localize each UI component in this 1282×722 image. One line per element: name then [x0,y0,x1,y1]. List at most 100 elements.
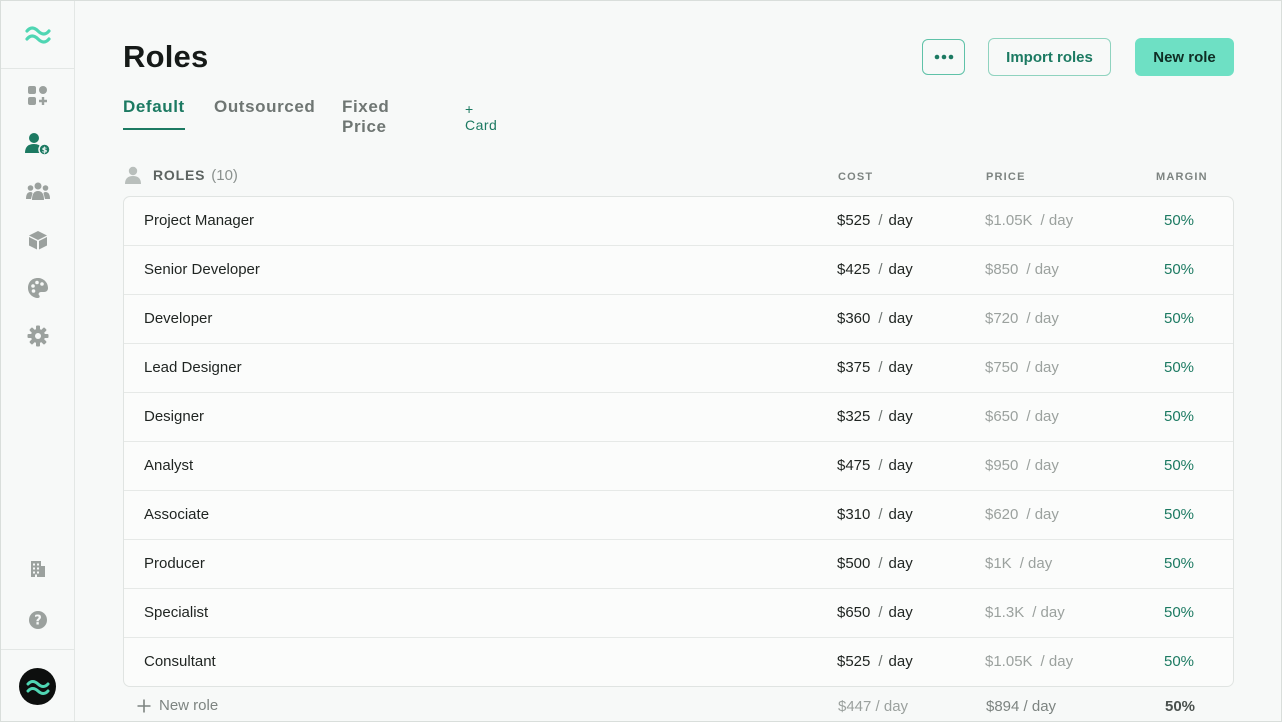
role-cost-separator: / [878,408,883,425]
role-cost[interactable]: $500 / day [837,555,913,572]
settings-gear-icon [27,325,49,347]
role-price-unit: / day [1040,212,1074,229]
table-row[interactable]: Producer $500 / day $1K / day 50% [124,540,1233,589]
role-price[interactable]: $720 / day [985,310,1059,327]
role-margin: 50% [1164,555,1195,572]
role-price[interactable]: $850 / day [985,261,1059,278]
nav-settings[interactable] [23,321,53,351]
table-row[interactable]: Senior Developer $425 / day $850 / day 50% [124,246,1233,295]
role-price[interactable]: $1.05K / day [985,653,1073,670]
role-cost[interactable]: $310 / day [837,506,913,523]
role-cost-unit: day [888,506,913,523]
role-cost[interactable]: $475 / day [837,457,913,474]
role-cost-unit: day [888,212,913,229]
add-card-button[interactable]: + Card [465,101,497,133]
account-avatar[interactable] [19,668,56,705]
role-cost-separator: / [878,212,883,229]
roles-table: Project Manager $525/day $1.05K / day 50% Sen… [123,196,1234,687]
column-header-cost[interactable]: COST [838,171,873,183]
table-row[interactable]: Developer $360 / day $720 / day 50% [124,295,1233,344]
role-price[interactable]: $1.05K / day [985,212,1073,229]
table-row[interactable]: Lead Designer $375 / day $750 / day 50% [124,344,1233,393]
nav-company[interactable] [23,554,53,584]
role-price-value: $1K [985,555,1012,572]
role-cost[interactable]: $525 / day [837,653,913,670]
account-avatar-icon [26,679,49,695]
role-cost-unit: day [888,359,913,376]
role-price-value: $850 [985,261,1019,278]
role-price[interactable]: $1K / day [985,555,1052,572]
role-cost[interactable]: $360 / day [837,310,913,327]
role-name: Senior Developer [144,261,260,278]
nav-products[interactable] [23,225,53,255]
role-cost-separator: / [878,506,883,523]
nav-roles[interactable]: $ [23,129,53,159]
help-question-icon: ? [29,611,47,629]
table-row[interactable]: Project Manager $525 / day $1.05K / day 50% [124,197,1233,246]
role-cost-value: $525 [837,653,871,670]
role-cost[interactable]: $525 / day [837,212,913,229]
role-cost-separator: / [878,457,883,474]
table-row[interactable]: Designer $325 / day $650 / day 50% [124,393,1233,442]
role-margin: 50% [1164,310,1195,327]
role-price-value: $620 [985,506,1019,523]
logo[interactable] [1,1,74,69]
role-price-unit: / day [1032,604,1065,621]
role-price-unit: / day [1026,408,1059,425]
role-price[interactable]: $650 / day [985,408,1059,425]
tab-outsourced[interactable]: Outsourced [214,97,315,130]
table-footer: New role $447 / day $894 / day 50% [123,691,1234,721]
role-price-value: $1.3K [985,604,1025,621]
role-price[interactable]: $620 / day [985,506,1059,523]
role-cost-value: $310 [837,506,871,523]
tab-default[interactable]: Default [123,97,185,130]
page-title: Roles [123,39,209,74]
table-row[interactable]: Consultant $525 / day $1.05K / day 50% [124,638,1233,686]
role-cost[interactable]: $325 / day [837,408,913,425]
app-window: $ ? Roles Import roles New role Default … [0,0,1282,722]
new-role-button[interactable]: New role [1135,38,1234,76]
role-price[interactable]: $950 / day [985,457,1059,474]
column-header-margin[interactable]: MARGIN [1156,171,1208,183]
nav-themes[interactable] [23,273,53,303]
role-price-value: $750 [985,359,1019,376]
nav-team[interactable] [23,177,53,207]
tab-fixed-price[interactable]: Fixed Price [342,97,389,136]
role-price-unit: / day [1026,359,1059,376]
role-margin: 50% [1164,261,1195,278]
more-options-button[interactable] [922,39,965,75]
add-new-role-row[interactable]: New role [137,697,218,714]
palette-icon [28,278,48,298]
table-row[interactable]: Associate $310 / day $620 / day 50% [124,491,1233,540]
user-icon [125,166,141,184]
table-row[interactable]: Specialist $650 / day $1.3K / day 50% [124,589,1233,638]
role-cost[interactable]: $375 / day [837,359,913,376]
nav-help[interactable]: ? [23,605,53,635]
column-header-price[interactable]: PRICE [986,171,1026,183]
role-name: Designer [144,408,205,425]
sidebar-divider [1,649,74,650]
role-price[interactable]: $750 / day [985,359,1059,376]
role-margin: 50% [1164,359,1195,376]
nav-dashboard[interactable] [23,81,53,111]
role-cost[interactable]: $425 / day [837,261,913,278]
role-cost-value: $525 [837,212,871,229]
role-cost[interactable]: $650 / day [837,604,913,621]
role-cost-unit: day [888,653,913,670]
role-price-unit: / day [1026,506,1059,523]
role-name: Lead Designer [144,359,242,376]
role-price-value: $1.05K [985,653,1033,670]
role-price[interactable]: $1.3K / day [985,604,1065,621]
role-cost-separator: / [878,310,883,327]
footer-average-price: $894 / day [986,698,1057,715]
table-row[interactable]: Analyst $475 / day $950 / day 50% [124,442,1233,491]
import-roles-button[interactable]: Import roles [988,38,1111,76]
role-cost-value: $500 [837,555,871,572]
role-name: Producer [144,555,205,572]
role-price-value: $1.05K [985,212,1033,229]
role-cost-separator: / [878,604,883,621]
role-cost-value: $650 [837,604,871,621]
add-new-role-label: New role [159,697,219,714]
role-cost-value: $375 [837,359,871,376]
role-price-unit: / day [1019,555,1053,572]
